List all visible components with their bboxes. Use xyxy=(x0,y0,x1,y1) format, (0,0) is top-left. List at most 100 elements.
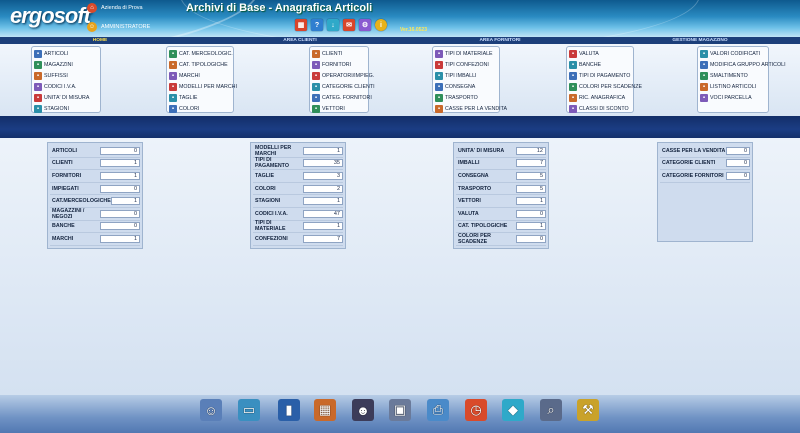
search-icon[interactable]: ⌕ xyxy=(540,399,562,421)
menu-item[interactable]: ▪ CLASSI DI SCONTO xyxy=(569,103,631,114)
tab-gestione-magazzino[interactable]: GESTIONE MAGAZZINO xyxy=(600,37,800,44)
menu-item[interactable]: ▪ SMALTIMENTO xyxy=(700,70,766,81)
info-icon[interactable]: i xyxy=(375,19,387,31)
summary-row: TRASPORTO 5 xyxy=(456,183,546,196)
menu-item[interactable]: ▪ MODELLI PER MARCHI xyxy=(169,81,237,92)
menu-item-label: TIPI IMBALLI xyxy=(445,72,477,79)
summary-label: BANCHE xyxy=(52,223,75,230)
menu-item[interactable]: ▪ COLORI PER SCADENZE xyxy=(569,81,642,92)
help-icon[interactable]: ? xyxy=(311,19,323,31)
menu-item-icon: ▪ xyxy=(569,60,577,69)
menu-item-icon: ▪ xyxy=(435,60,443,69)
page-title: Archivi di Base - Anagrafica Articoli xyxy=(186,2,373,14)
folders-icon[interactable]: ▦ xyxy=(314,399,336,421)
menu-item[interactable]: ▪ VETTORI xyxy=(312,103,366,114)
summary-panel-2: MODELLI PER MARCHI 1 TIPI DI PAGAMENTO 35 TA… xyxy=(250,142,346,249)
operator-icon[interactable]: ☻ xyxy=(352,399,374,421)
summary-label: COLORI PER SCADENZE xyxy=(458,232,491,245)
menu-item[interactable]: ▪ ARTICOLI xyxy=(34,48,98,59)
footer-toolbar: ☺ ▭ ▮ ▦ ☻ ▣ ⎙ ◷ ◆ ⌕ ⚒ xyxy=(0,395,800,433)
calendar-clock-icon[interactable]: ◷ xyxy=(465,399,487,421)
menu-item[interactable]: ▪ CATEGORIE CLIENTI xyxy=(312,81,375,92)
menu-item[interactable]: ▪ FORNITORI xyxy=(312,59,366,70)
menu-item-icon: ▪ xyxy=(312,104,320,113)
calendar-icon[interactable]: ▦ xyxy=(295,19,307,31)
menu-item[interactable]: ▪ CONSEGNA xyxy=(435,81,497,92)
menu-item[interactable]: ▪ LISTINO ARTICOLI xyxy=(700,81,766,92)
menu-item-label: CLASSI DI SCONTO xyxy=(579,105,629,112)
summary-label: COLORI xyxy=(255,185,276,192)
menu-item-label: OPERATORI/IMPIEG. xyxy=(322,72,375,79)
menu-item[interactable]: ▪ BANCHE xyxy=(569,59,631,70)
menu-item[interactable]: ▪ VALORI CODIFICATI xyxy=(700,48,766,59)
home-icon: ⌂ xyxy=(87,3,97,13)
menu-item[interactable]: ▪ TIPI DI MATERIALE xyxy=(435,48,497,59)
summary-label: ARTICOLI xyxy=(52,147,78,154)
menu-item-label: RIC. ANAGRAFICA xyxy=(579,94,626,101)
menu-item[interactable]: ▪ TIPI IMBALLI xyxy=(435,70,497,81)
menu-item[interactable]: ▪ CATEG. FORNITORI xyxy=(312,92,372,103)
menu-item[interactable]: ▪ MAGAZZINI xyxy=(34,59,98,70)
summary-count: 1 xyxy=(100,234,140,243)
menu-item-label: COLORI PER SCADENZE xyxy=(579,83,642,90)
menu-item[interactable]: ▪ TIPI DI PAGAMENTO xyxy=(569,70,631,81)
summary-count: 0 xyxy=(516,234,546,243)
summary-label: TAGLIE xyxy=(255,172,275,179)
company-info[interactable]: ⌂ Azienda di Prova xyxy=(87,3,143,13)
tag-icon[interactable]: ◆ xyxy=(502,399,524,421)
tab-area-clienti[interactable]: AREA CLIENTI xyxy=(200,37,400,44)
menu-item[interactable]: ▪ TIPI CONFEZIONI xyxy=(435,59,497,70)
menu-item-label: CLIENTI xyxy=(322,50,343,57)
menu-item[interactable]: ▪ COLORI xyxy=(169,103,231,114)
menu-item[interactable]: ▪ OPERATORI/IMPIEG. xyxy=(312,70,374,81)
user-info[interactable]: ☺ AMMINISTRATORE xyxy=(87,22,150,32)
menu-item[interactable]: ▪ TAGLIE xyxy=(169,92,231,103)
summary-count: 7 xyxy=(303,234,343,243)
card-icon[interactable]: ▭ xyxy=(238,399,260,421)
menu-item-icon: ▪ xyxy=(435,104,443,113)
save-icon[interactable]: ▣ xyxy=(389,399,411,421)
tools-icon[interactable]: ⚒ xyxy=(577,399,599,421)
menu-item-icon: ▪ xyxy=(34,71,42,80)
menu-item-icon: ▪ xyxy=(569,82,577,91)
menu-item[interactable]: ▪ SUFFISSI xyxy=(34,70,98,81)
menu-item-label: BANCHE xyxy=(579,61,602,68)
summary-label: CONSEGNA xyxy=(458,172,489,179)
summary-label: UNITA' DI MISURA xyxy=(458,147,505,154)
menu-item-icon: ▪ xyxy=(700,49,708,58)
menu-item[interactable]: ▪ CLIENTI xyxy=(312,48,366,59)
summary-label: CATEGORIE CLIENTI xyxy=(662,160,716,167)
menu-item[interactable]: ▪ UNITA' DI MISURA xyxy=(34,92,98,103)
summary-row: MAGAZZINI / NEGOZI 0 xyxy=(50,208,140,221)
user-icon[interactable]: ☺ xyxy=(200,399,222,421)
menu-item-label: TIPI DI MATERIALE xyxy=(445,50,493,57)
menu-item-label: VALUTA xyxy=(579,50,599,57)
summary-row: UNITA' DI MISURA 12 xyxy=(456,145,546,158)
menu-item[interactable]: ▪ VOCI PARCELLA xyxy=(700,92,766,103)
menu-item-icon: ▪ xyxy=(435,93,443,102)
menu-item-icon: ▪ xyxy=(700,93,708,102)
menu-item-label: MAGAZZINI xyxy=(44,61,73,68)
summary-label: CAT. TIPOLOGICHE xyxy=(458,223,508,230)
menu-item[interactable]: ▪ TRASPORTO xyxy=(435,92,497,103)
menu-item[interactable]: ▪ STAGIONI xyxy=(34,103,98,114)
download-icon[interactable]: ↓ xyxy=(327,19,339,31)
menu-item-label: MODIFICA GRUPPO ARTICOLI xyxy=(710,61,786,68)
menu-item-icon: ▪ xyxy=(34,60,42,69)
menu-item[interactable]: ▪ CAT. MERCEOLOGIC. xyxy=(169,48,233,59)
mail-icon[interactable]: ✉ xyxy=(343,19,355,31)
book-icon[interactable]: ▮ xyxy=(278,399,300,421)
tab-home[interactable]: HOME xyxy=(0,37,200,44)
menu-item[interactable]: ▪ CODICI I.V.A. xyxy=(34,81,98,92)
tab-area-fornitori[interactable]: AREA FORNITORI xyxy=(400,37,600,44)
menu-item[interactable]: ▪ MARCHI xyxy=(169,70,231,81)
menu-item-icon: ▪ xyxy=(169,60,177,69)
menu-item[interactable]: ▪ CASSE PER LA VENDITA xyxy=(435,103,507,114)
printer-icon[interactable]: ⎙ xyxy=(427,399,449,421)
gear-icon[interactable]: ⚙ xyxy=(359,19,371,31)
menu-item[interactable]: ▪ VALUTA xyxy=(569,48,631,59)
menu-item[interactable]: ▪ RIC. ANAGRAFICA xyxy=(569,92,631,103)
menu-item[interactable]: ▪ CAT. TIPOLOGICHE xyxy=(169,59,231,70)
summary-label: CONFEZIONI xyxy=(255,235,288,242)
menu-item[interactable]: ▪ MODIFICA GRUPPO ARTICOLI xyxy=(700,59,786,70)
